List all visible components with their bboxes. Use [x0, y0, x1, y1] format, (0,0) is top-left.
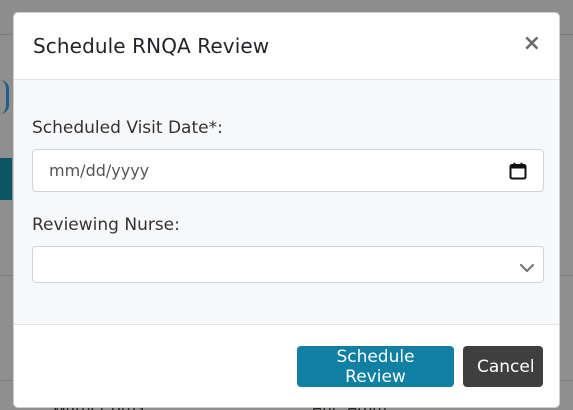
cancel-button[interactable]: Cancel	[463, 346, 543, 387]
reviewing-nurse-select[interactable]	[32, 246, 544, 283]
background-sidebar-accent	[0, 158, 12, 200]
reviewing-nurse-label: Reviewing Nurse:	[32, 215, 180, 235]
modal-footer: Schedule Review Cancel	[14, 325, 559, 407]
close-icon[interactable]: ×	[523, 33, 541, 55]
page: Warner Bros Ant, Atom Schedule RNQA Revi…	[0, 0, 573, 410]
background-logo-fragment	[0, 80, 9, 114]
visit-date-label: Scheduled Visit Date*:	[32, 118, 223, 138]
schedule-review-button[interactable]: Schedule Review	[297, 346, 454, 387]
visit-date-placeholder: mm/dd/yyyy	[49, 161, 150, 180]
modal-body: Scheduled Visit Date*: mm/dd/yyyy Review…	[14, 80, 559, 325]
modal-header: Schedule RNQA Review ×	[14, 13, 559, 80]
schedule-review-modal: Schedule RNQA Review × Scheduled Visit D…	[13, 12, 560, 408]
calendar-icon[interactable]	[509, 162, 527, 180]
visit-date-input[interactable]: mm/dd/yyyy	[32, 149, 544, 192]
modal-title: Schedule RNQA Review	[33, 34, 270, 58]
chevron-down-icon	[519, 259, 535, 272]
